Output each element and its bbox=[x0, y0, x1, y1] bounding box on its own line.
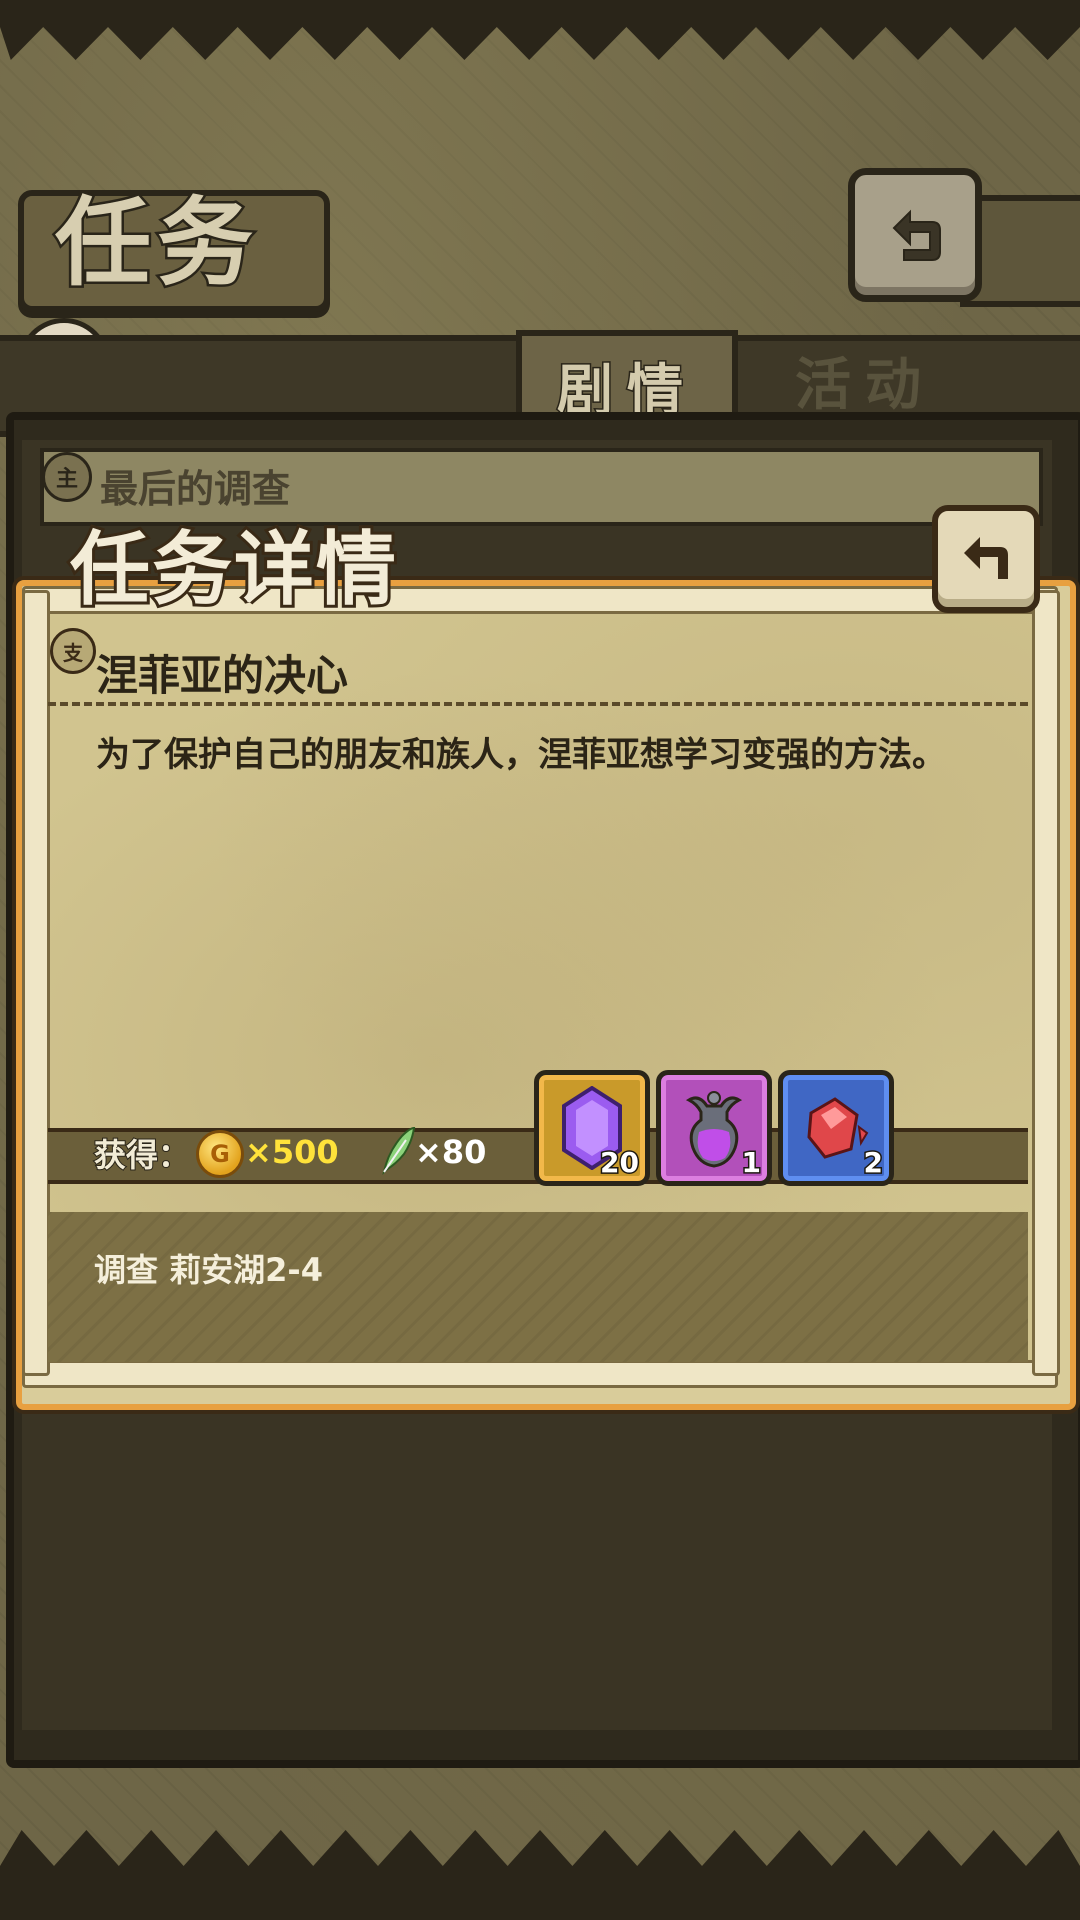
reward-label: 获得： bbox=[93, 1135, 191, 1175]
reward-item[interactable]: 1 bbox=[656, 1070, 772, 1186]
return-arrow-icon bbox=[964, 537, 1008, 579]
dialog-close-button[interactable] bbox=[932, 505, 1040, 613]
return-arrow-icon bbox=[892, 209, 941, 261]
bottom-border bbox=[0, 1830, 1080, 1920]
reward-item[interactable]: 2 bbox=[778, 1070, 894, 1186]
quest-type-badge: 支 bbox=[50, 628, 96, 674]
quest-type-badge: 主 bbox=[42, 452, 92, 502]
feather-amount: ×80 bbox=[415, 1133, 487, 1171]
dialog-frame-right bbox=[1032, 590, 1060, 1376]
dialog-frame-bottom bbox=[22, 1360, 1058, 1388]
back-button[interactable] bbox=[848, 168, 982, 302]
quest-name: 涅菲亚的决心 bbox=[96, 651, 349, 700]
gold-coin-icon: G bbox=[196, 1130, 244, 1178]
red-crystal-shard-icon bbox=[807, 1097, 869, 1159]
reward-item[interactable]: 20 bbox=[534, 1070, 650, 1186]
coin-amount: ×500 bbox=[245, 1133, 339, 1171]
page-title: 任务 bbox=[53, 184, 259, 302]
dialog-title: 任务详情 bbox=[67, 519, 399, 619]
item-quantity: 20 bbox=[599, 1145, 641, 1181]
quest-description: 为了保护自己的朋友和族人，涅菲亚想学习变强的方法。 bbox=[96, 735, 946, 775]
feather-icon bbox=[382, 1126, 416, 1176]
dialog-frame-left bbox=[22, 590, 50, 1376]
item-quantity: 1 bbox=[740, 1145, 763, 1181]
item-quantity: 2 bbox=[862, 1145, 885, 1181]
quest-condition: 调查 莉安湖2-4 bbox=[94, 1251, 323, 1289]
potion-vase-icon bbox=[685, 1091, 743, 1168]
